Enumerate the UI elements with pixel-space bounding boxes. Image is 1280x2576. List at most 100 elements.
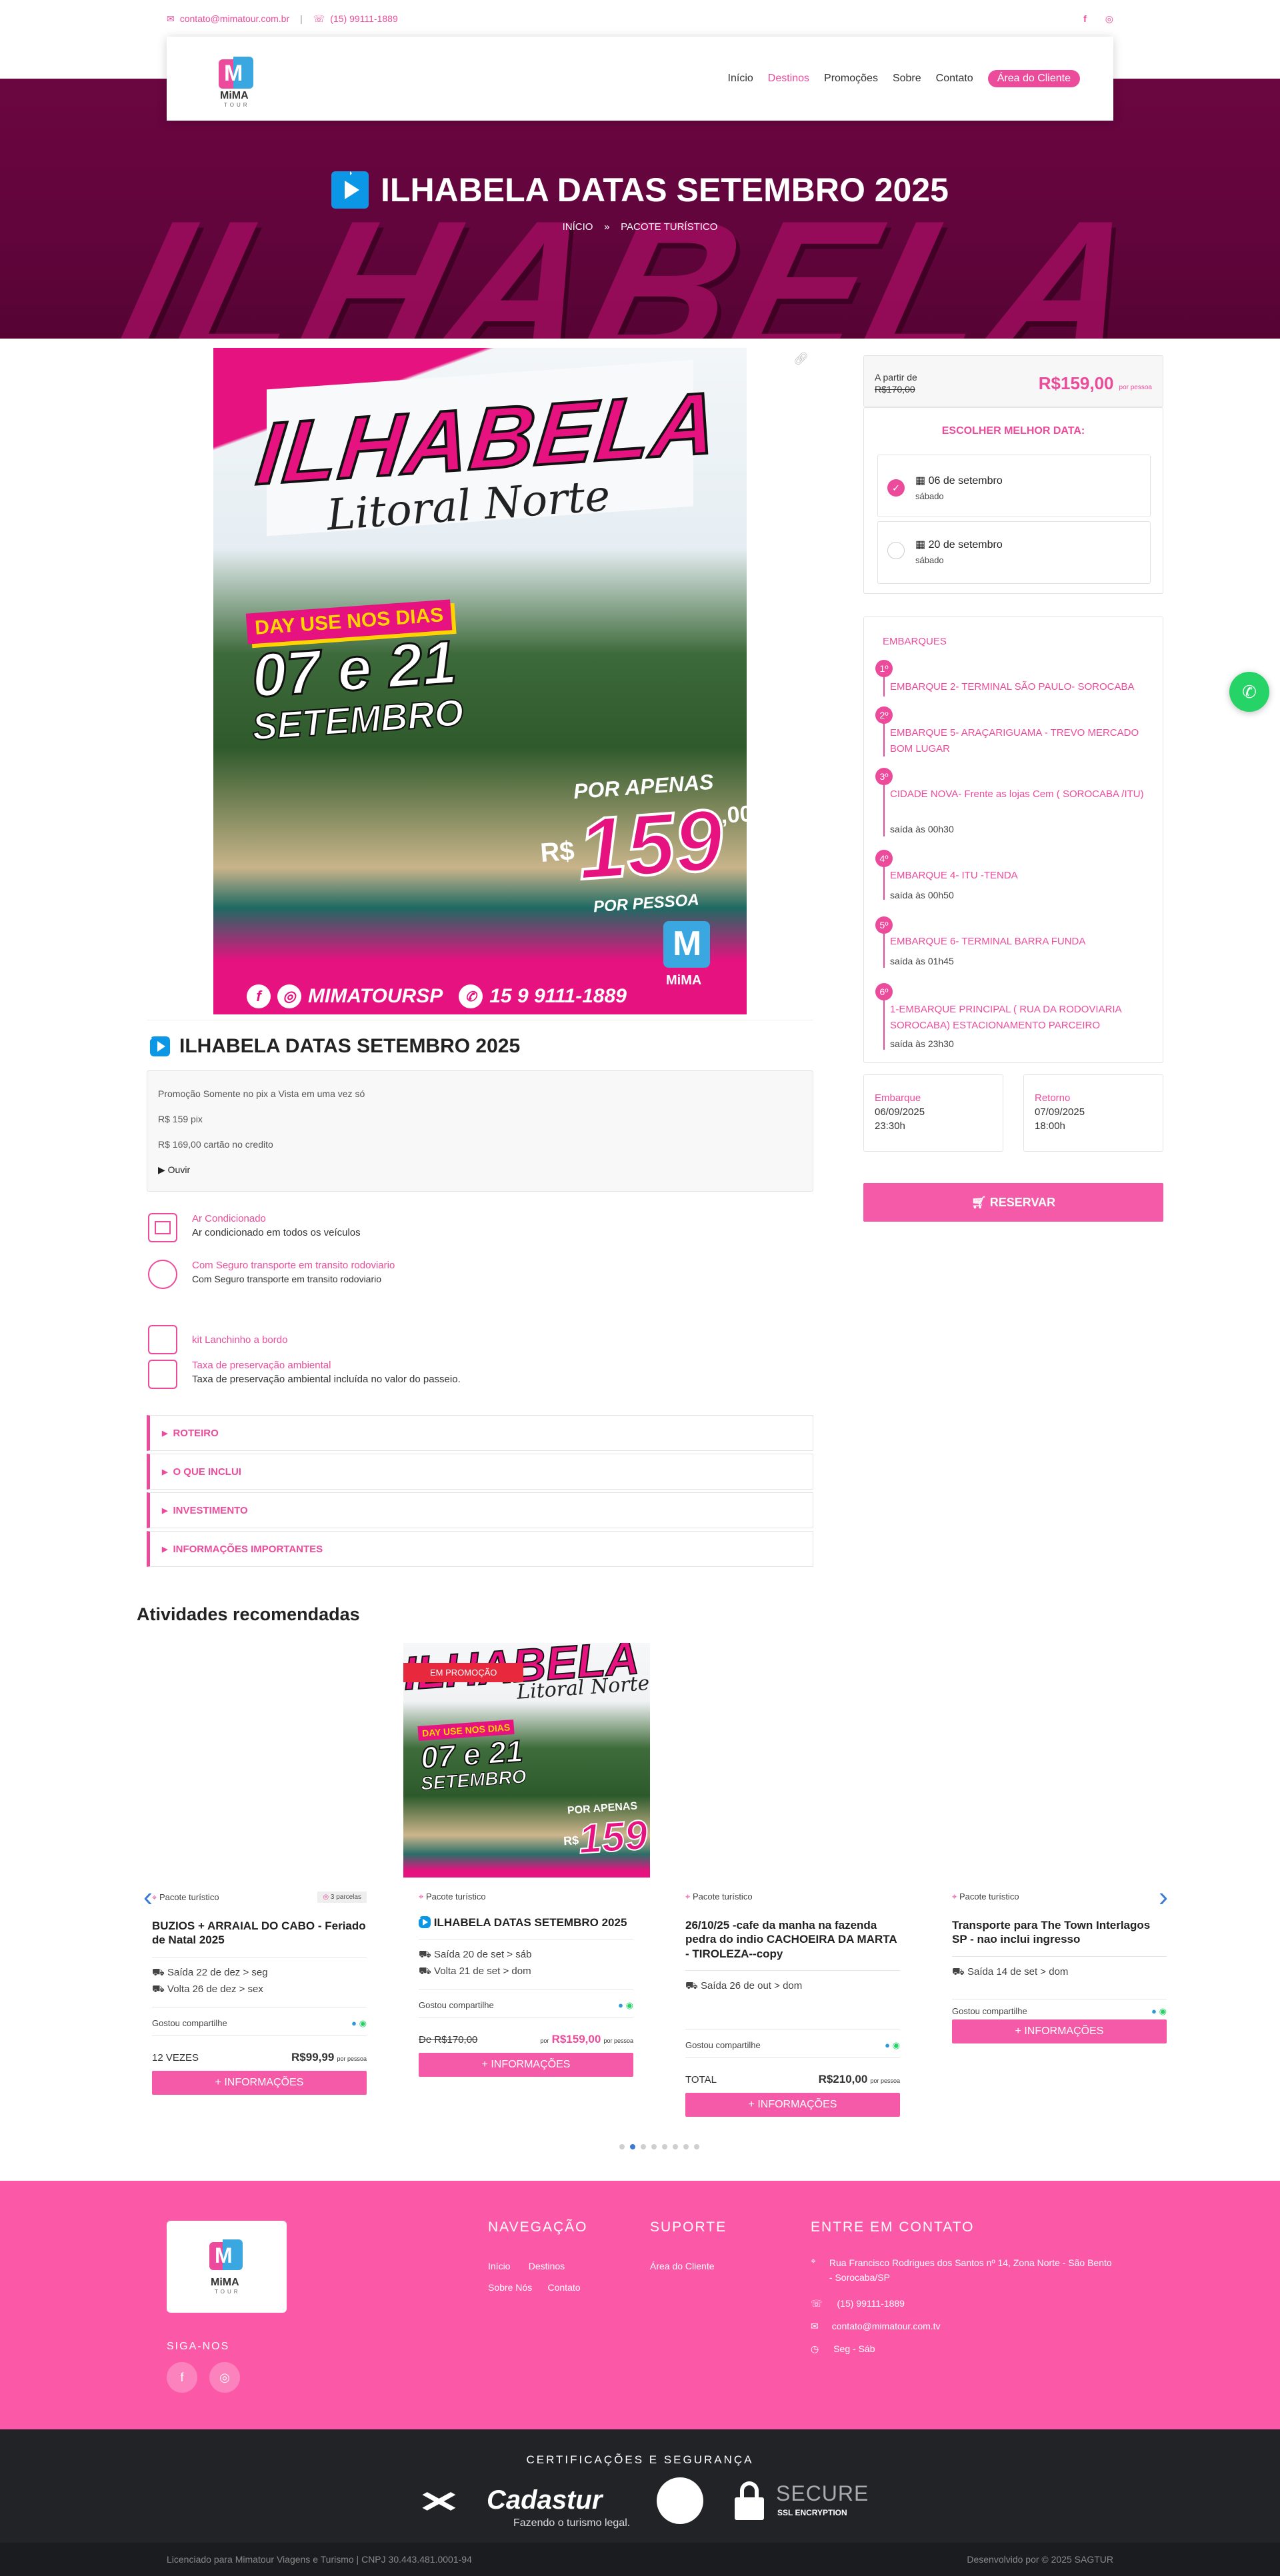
breadcrumb-home[interactable]: INÍCIO xyxy=(563,221,593,233)
footer-link-client-area[interactable]: Área do Cliente xyxy=(650,2261,715,2271)
date-option-1[interactable]: ✓ ▦ 06 de setembro sábado xyxy=(877,455,1151,517)
link-icon[interactable]: 🔗︎ xyxy=(793,352,809,366)
card-title[interactable]: 26/10/25 -cafe da manha na fazenda pedra… xyxy=(685,1918,900,1961)
carousel-dot-active[interactable] xyxy=(630,2144,635,2149)
pin-icon: ⌖ xyxy=(419,1892,424,1902)
poster-currency: R$ xyxy=(539,836,576,868)
reserve-button[interactable]: 🛒︎ RESERVAR xyxy=(863,1183,1163,1222)
recommended-card: ⌖ Pacote turístico 26/10/25 -cafe da man… xyxy=(685,1892,900,2117)
footer-link-contato[interactable]: Contato xyxy=(548,2282,581,2293)
date-option-2[interactable]: ▦ 20 de setembro sábado xyxy=(877,521,1151,584)
accordion-roteiro[interactable]: ▶ ROTEIRO xyxy=(147,1415,813,1451)
whatsapp-float-button[interactable]: ✆ xyxy=(1229,672,1269,712)
reserve-label: RESERVAR xyxy=(989,1196,1056,1209)
accordion-informacoes-importantes[interactable]: ▶ INFORMAÇÕES IMPORTANTES xyxy=(147,1531,813,1567)
radio-unchecked[interactable] xyxy=(887,542,905,559)
info-label: INFORMAÇÕES xyxy=(224,2076,304,2088)
breadcrumb-current: PACOTE TURÍSTICO xyxy=(621,221,718,233)
carousel-dot[interactable] xyxy=(641,2144,646,2149)
per-person: por pessoa xyxy=(603,2037,633,2045)
pin-icon: ⌖ xyxy=(685,1892,691,1902)
boarding-time: saída às 00h50 xyxy=(890,890,954,900)
package-poster-image: ILHABELA Litoral Norte DAY USE NOS DIAS … xyxy=(213,348,747,1014)
date-label: 20 de setembro xyxy=(928,539,1003,551)
card-title[interactable]: BUZIOS + ARRAIAL DO CABO - Feriado de Na… xyxy=(152,1919,367,1947)
whatsapp-icon[interactable]: ◉ xyxy=(893,2040,900,2050)
share-label: Gostou compartilhe xyxy=(952,2005,1027,2016)
info-button[interactable]: + INFORMAÇÕES xyxy=(952,2019,1167,2043)
step-number: 1º xyxy=(875,660,893,677)
listen-button[interactable]: ▶︎ Ouvir xyxy=(158,1164,802,1176)
ssl-lock-icon xyxy=(735,2481,764,2520)
site-logo[interactable]: M MiMA TOUR xyxy=(207,49,280,109)
embarque-date: 06/09/2025 xyxy=(875,1106,925,1118)
listen-label: Ouvir xyxy=(167,1164,191,1175)
boarding-time: saída às 23h30 xyxy=(890,1038,954,1049)
telegram-icon[interactable]: ● xyxy=(351,2018,357,2028)
footer-email[interactable]: contato@mimatour.com.tv xyxy=(832,2321,941,2332)
telegram-icon[interactable]: ● xyxy=(885,2040,890,2050)
carousel-dot[interactable] xyxy=(683,2144,689,2149)
card-price: R$99,99 xyxy=(291,2050,335,2063)
step-number: 5º xyxy=(875,916,893,934)
promo-image[interactable]: ILHABELA Litoral Norte EM PROMOÇÃO DAY U… xyxy=(403,1643,650,1878)
nav-sobre[interactable]: Sobre xyxy=(893,73,921,85)
footer-link-inicio[interactable]: Início xyxy=(488,2261,510,2271)
footer-logo[interactable]: M MiMA TOUR xyxy=(167,2221,287,2313)
installments-badge: ◎ 3 parcelas xyxy=(317,1892,367,1903)
carousel-dot[interactable] xyxy=(662,2144,667,2149)
accordion-investimento[interactable]: ▶ INVESTIMENTO xyxy=(147,1492,813,1528)
boarding-name: EMBARQUE 4- ITU -TENDA xyxy=(890,870,1018,881)
instagram-icon[interactable]: ◎ xyxy=(1105,13,1113,25)
description-line: R$ 159 pix xyxy=(158,1114,203,1124)
radio-checked[interactable]: ✓ xyxy=(887,479,905,497)
telegram-icon[interactable]: ● xyxy=(1151,2006,1157,2016)
breadcrumb-separator: » xyxy=(604,221,610,233)
top-email[interactable]: contato@mimatour.com.br xyxy=(180,13,289,24)
carousel-dot[interactable] xyxy=(673,2144,678,2149)
telegram-icon[interactable]: ● xyxy=(618,2000,623,2010)
facebook-icon[interactable]: f xyxy=(1083,13,1087,25)
carousel-dot[interactable] xyxy=(651,2144,657,2149)
whatsapp-icon[interactable]: ◉ xyxy=(626,2000,633,2010)
card-title[interactable]: ILHABELA DATAS SETEMBRO 2025 xyxy=(434,1916,627,1929)
nav-destinos[interactable]: Destinos xyxy=(768,73,809,85)
top-phone[interactable]: (15) 99111-1889 xyxy=(330,13,397,24)
nav-contato[interactable]: Contato xyxy=(936,73,973,85)
feature-desc: Taxa de preservação ambiental incluída n… xyxy=(192,1374,461,1385)
secure-text: SECURE xyxy=(776,2481,869,2505)
pin-icon: ⌖ xyxy=(952,1892,957,1902)
per-person: por pessoa xyxy=(870,2077,900,2084)
carousel-prev-icon[interactable]: ‹ xyxy=(143,1881,153,1913)
bottom-bar: Licenciado para Mimatour Viagens e Turis… xyxy=(0,2543,1280,2576)
footer-link-sobre[interactable]: Sobre Nós xyxy=(488,2282,532,2293)
nav-promocoes[interactable]: Promoções xyxy=(824,73,878,85)
carousel-dot[interactable] xyxy=(694,2144,699,2149)
whatsapp-icon[interactable]: ◉ xyxy=(359,2018,367,2028)
card-title[interactable]: Transporte para The Town Interlagos SP -… xyxy=(952,1918,1167,1947)
location-icon: ⌖ xyxy=(811,2255,816,2266)
developer-credit[interactable]: Desenvolvido por © 2025 SAGTUR xyxy=(967,2554,1113,2565)
nav-inicio[interactable]: Início xyxy=(728,73,753,85)
info-button[interactable]: + INFORMAÇÕES xyxy=(152,2070,367,2095)
play-icon xyxy=(331,171,369,209)
info-button[interactable]: + INFORMAÇÕES xyxy=(419,2053,633,2077)
price-box: A partir de R$170,00 R$159,00 por pessoa xyxy=(863,355,1163,407)
boarding-name: CIDADE NOVA- Frente as lojas Cem ( SOROC… xyxy=(890,788,1144,800)
footer-phone[interactable]: (15) 99111-1889 xyxy=(837,2298,905,2309)
clock-icon: ◷ xyxy=(811,2343,819,2354)
client-area-button[interactable]: Área do Cliente xyxy=(987,70,1080,87)
instagram-icon[interactable]: ◎ xyxy=(209,2362,240,2393)
price-por: por xyxy=(540,2037,549,2045)
whatsapp-icon[interactable]: ◉ xyxy=(1159,2006,1167,2016)
carousel-dot[interactable] xyxy=(619,2144,625,2149)
breadcrumb: INÍCIO » PACOTE TURÍSTICO xyxy=(0,221,1280,233)
departure: Saída 20 de set > sáb xyxy=(434,1949,532,1961)
facebook-icon[interactable]: f xyxy=(167,2362,197,2393)
footer-link-destinos[interactable]: Destinos xyxy=(529,2261,565,2271)
step-number: 6º xyxy=(875,983,893,1000)
accordion-o-que-inclui[interactable]: ▶ O QUE INCLUI xyxy=(147,1454,813,1490)
info-button[interactable]: + INFORMAÇÕES xyxy=(685,2092,900,2117)
card-category: Pacote turístico xyxy=(425,1892,486,1902)
features-list: Ar Condicionado Ar condicionado em todos … xyxy=(148,1213,681,1400)
